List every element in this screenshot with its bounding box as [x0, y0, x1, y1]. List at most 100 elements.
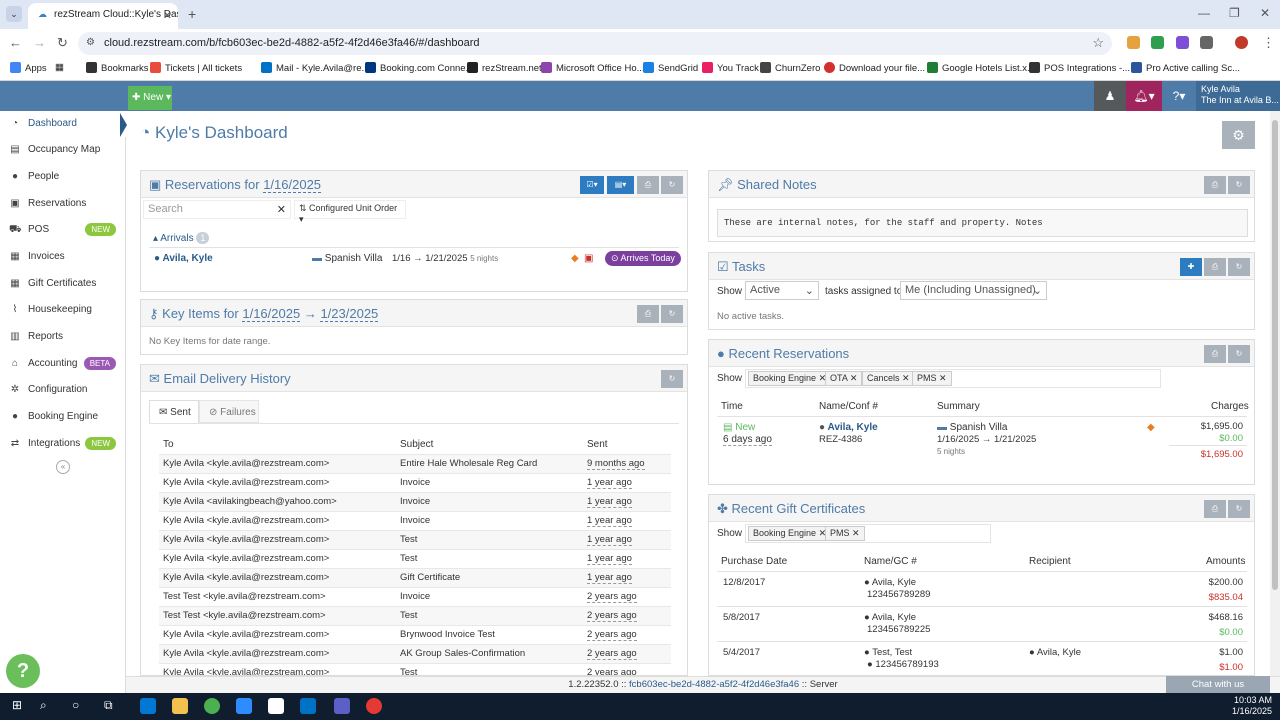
apps-grid-icon[interactable]: ▦ [55, 62, 64, 73]
print-button[interactable]: ⎙ [1204, 500, 1226, 518]
bookmark-item[interactable]: Tickets | All tickets [150, 62, 242, 74]
sidebar-item-people[interactable]: ● People [0, 164, 126, 190]
back-icon[interactable]: ← [9, 35, 22, 50]
arrival-guest-link[interactable]: ● Avila, Kyle [154, 253, 213, 264]
cortana-icon[interactable]: ○ [72, 698, 88, 714]
tab-search-button[interactable]: ⌄ [6, 6, 22, 22]
new-tab-button[interactable]: + [188, 6, 196, 22]
user-lock-button[interactable]: ♟ [1094, 81, 1126, 111]
bookmark-item[interactable]: You Track [702, 62, 759, 74]
extension-icon[interactable] [1127, 36, 1140, 49]
browser-tab[interactable]: ☁ rezStream Cloud::Kyle's Dashbo ✕ [28, 3, 178, 29]
filter-tag[interactable]: Cancels ✕ [862, 371, 915, 386]
table-row[interactable] [717, 571, 1247, 572]
bookmark-item[interactable]: Bookmarks [86, 62, 149, 74]
print-button[interactable]: ⎙ [1204, 258, 1226, 276]
bookmark-star-icon[interactable]: ☆ [1092, 35, 1104, 51]
bookmark-item[interactable]: Pro Active calling Sc... [1131, 62, 1240, 74]
sidebar-item-reports[interactable]: ▥ Reports [0, 324, 126, 350]
print-button[interactable]: ⎙ [1204, 345, 1226, 363]
sidebar-item-integrations[interactable]: ⇄ Integrations NEW [0, 431, 126, 457]
extension-icon[interactable] [1176, 36, 1189, 49]
address-bar[interactable]: ⚙ cloud.rezstream.com/b/fcb603ec-be2d-48… [78, 32, 1112, 55]
bookmark-item[interactable]: Microsoft Office Ho... [541, 62, 645, 74]
restore-icon[interactable]: ❐ [1229, 6, 1240, 20]
bookmark-item[interactable]: SendGrid [643, 62, 698, 74]
windows-start-icon[interactable]: ⊞ [12, 698, 28, 714]
task-assignee-select[interactable]: Me (Including Unassigned) ⌄ [900, 281, 1047, 300]
dashboard-settings-button[interactable]: ⚙ [1222, 121, 1255, 149]
add-task-button[interactable]: ✚ [1180, 258, 1202, 276]
task-status-select[interactable]: Active ⌄ [745, 281, 819, 300]
refresh-button[interactable]: ↻ [1228, 258, 1250, 276]
sidebar-item-dashboard[interactable]: ◔ Dashboard [0, 111, 126, 137]
bookmark-item[interactable]: Google Hotels List.x... [927, 62, 1035, 74]
check-dropdown-button[interactable]: ☑▾ [580, 176, 604, 194]
reservations-date-link[interactable]: 1/16/2025 [263, 177, 322, 193]
outlook-icon[interactable] [300, 698, 316, 714]
store-icon[interactable] [140, 698, 156, 714]
bookmark-item[interactable]: Booking.com Conne... [365, 62, 473, 74]
user-menu[interactable]: Kyle Avila The Inn at Avila B... [1196, 81, 1280, 111]
chat-with-us-button[interactable]: Chat with us [1166, 676, 1270, 693]
bookmark-item[interactable]: Download your file... [824, 62, 925, 74]
sidebar-item-configuration[interactable]: ✲ Configuration [0, 377, 126, 403]
refresh-button[interactable]: ↻ [1228, 345, 1250, 363]
filter-tag[interactable]: PMS ✕ [825, 526, 865, 541]
chrome-active-icon[interactable] [366, 698, 382, 714]
shared-notes-text[interactable]: These are internal notes, for the staff … [717, 209, 1248, 237]
reload-icon[interactable]: ↻ [57, 35, 68, 51]
tab-failures[interactable]: ⊘ Failures [199, 400, 259, 423]
print-button[interactable]: ⎙ [637, 305, 659, 323]
tab-sent[interactable]: ✉ Sent [149, 400, 199, 424]
extension-icon[interactable] [1151, 36, 1164, 49]
notifications-button[interactable]: 🔔︎▾ [1126, 81, 1162, 111]
key-items-from-date[interactable]: 1/16/2025 [242, 306, 301, 322]
zoom-icon[interactable] [236, 698, 252, 714]
help-button[interactable]: ?▾ [1164, 81, 1194, 111]
table-row[interactable] [717, 606, 1247, 607]
table-row[interactable] [717, 641, 1247, 642]
sidebar-item-invoices[interactable]: ▦ Invoices [0, 244, 126, 270]
sidebar-item-booking-engine[interactable]: ● Booking Engine [0, 404, 126, 430]
build-id-link[interactable]: fcb603ec-be2d-4882-a5f2-4f2d46e3fa46 [629, 679, 799, 690]
bookmark-item[interactable]: ChurnZero [760, 62, 820, 74]
unit-order-dropdown[interactable]: ⇅ Configured Unit Order ▾ [294, 200, 406, 224]
filter-tag[interactable]: PMS ✕ [912, 371, 952, 386]
print-button[interactable]: ⎙ [1204, 176, 1226, 194]
bookmark-item[interactable]: rezStream.net [467, 62, 542, 74]
sidebar-item-reservations[interactable]: ▣ Reservations [0, 191, 126, 217]
refresh-button[interactable]: ↻ [661, 305, 683, 323]
reservation-search-input[interactable]: Search ✕ [143, 200, 291, 219]
collapse-sidebar-button[interactable]: « [56, 460, 70, 474]
key-items-to-date[interactable]: 1/23/2025 [320, 306, 379, 322]
sidebar-item-occupancy-map[interactable]: ▤ Occupancy Map [0, 137, 126, 163]
arrivals-toggle[interactable]: ▴ Arrivals 1 [153, 232, 210, 244]
forward-icon[interactable]: → [33, 35, 46, 50]
sidebar-item-accounting[interactable]: ⌂ Accounting BETA [0, 351, 126, 377]
refresh-button[interactable]: ↻ [661, 370, 683, 388]
minimize-icon[interactable]: — [1198, 6, 1210, 20]
scrollbar-thumb[interactable] [1272, 120, 1278, 590]
bookmark-item[interactable]: POS Integrations -... [1029, 62, 1130, 74]
profile-avatar-icon[interactable] [1235, 36, 1248, 49]
refresh-button[interactable]: ↻ [661, 176, 683, 194]
extensions-puzzle-icon[interactable] [1200, 36, 1213, 49]
document-dropdown-button[interactable]: ▤▾ [607, 176, 634, 194]
chrome-icon[interactable] [204, 698, 220, 714]
close-window-icon[interactable]: ✕ [1260, 6, 1270, 20]
new-button[interactable]: ✚ New ▾ [128, 86, 172, 110]
sidebar-item-housekeeping[interactable]: ⌇ Housekeeping [0, 297, 126, 323]
clear-search-icon[interactable]: ✕ [277, 203, 286, 216]
filter-tag[interactable]: OTA ✕ [825, 371, 863, 386]
bookmark-item[interactable]: Apps [10, 62, 47, 74]
task-view-icon[interactable]: ⧉ [104, 698, 120, 714]
bookmark-item[interactable]: Mail - Kyle.Avila@re... [261, 62, 369, 74]
teams-icon[interactable] [334, 698, 350, 714]
close-tab-icon[interactable]: ✕ [163, 9, 172, 22]
browser-menu-icon[interactable]: ⋮ [1262, 35, 1275, 51]
file-explorer-icon[interactable] [172, 698, 188, 714]
print-button[interactable]: ⎙ [637, 176, 659, 194]
site-info-icon[interactable]: ⚙ [86, 37, 95, 48]
search-icon[interactable]: ⌕ [40, 698, 56, 714]
